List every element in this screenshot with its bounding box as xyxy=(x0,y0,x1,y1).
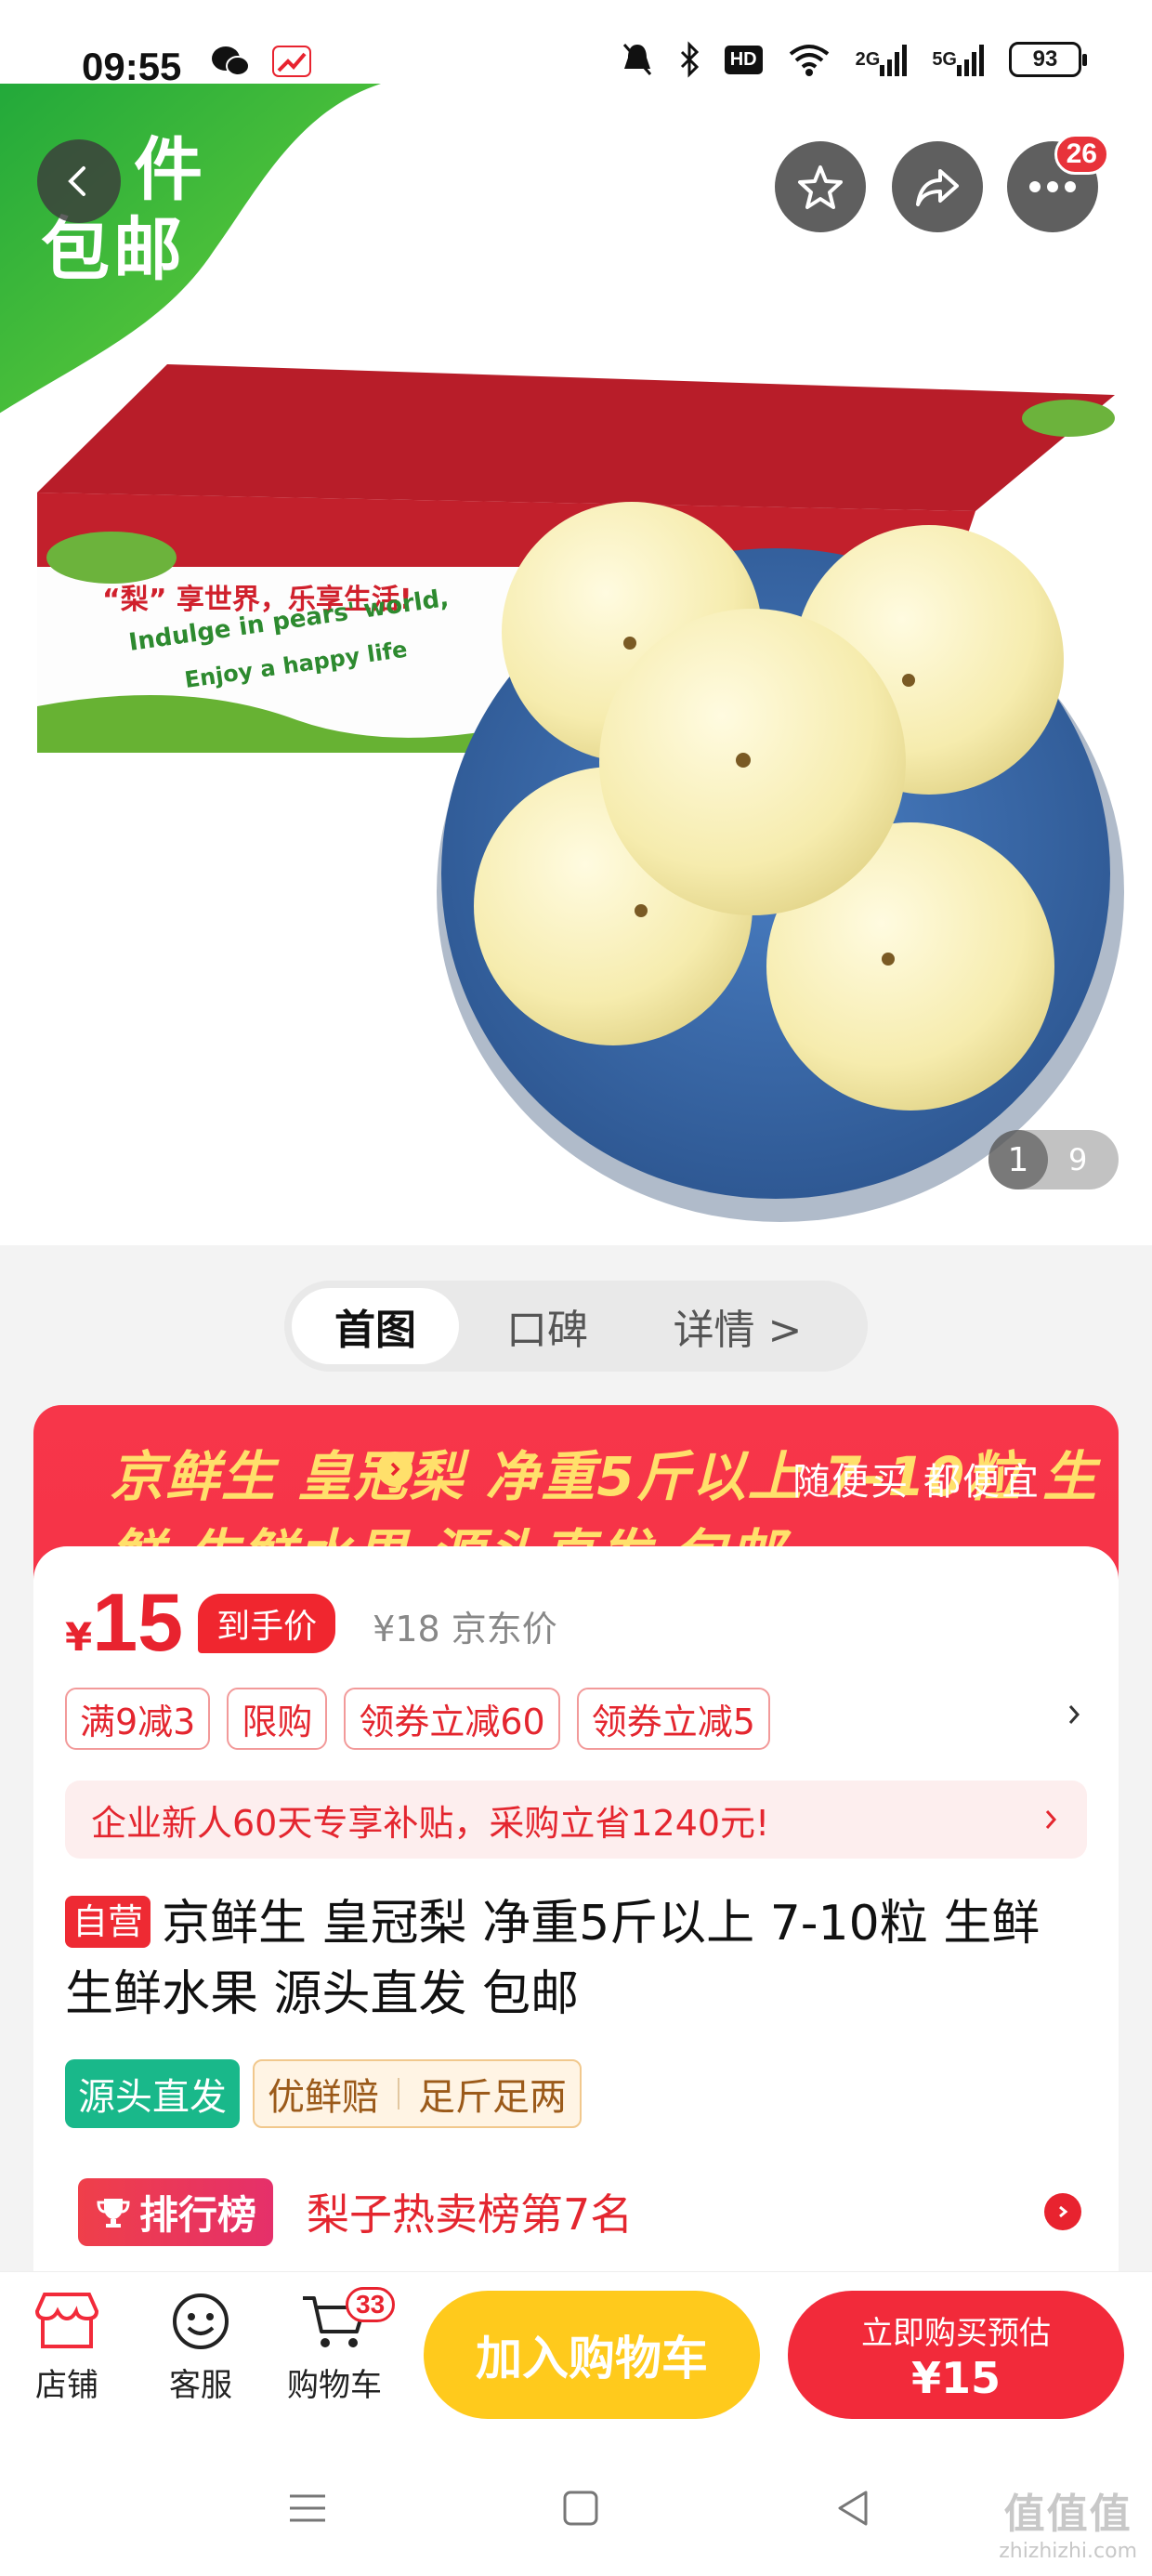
wifi-icon xyxy=(789,45,829,76)
image-counter: 1 9 xyxy=(988,1130,1119,1189)
promo-card: 京鲜生 皇冠梨 净重5斤以上 7-10粒 生鲜 生鲜水果 源头直发 包邮 随便买… xyxy=(33,1405,1119,2318)
chevron-right-icon[interactable] xyxy=(1065,1701,1085,1728)
promo-tag[interactable]: 领券立减5 xyxy=(576,1688,770,1750)
signal-bars-icon xyxy=(957,45,984,76)
store-icon xyxy=(34,2293,99,2348)
cart-count-badge: 33 xyxy=(346,2287,396,2322)
hd-voice-badge: HD xyxy=(724,45,763,74)
self-operated-tag: 自营 xyxy=(65,1896,151,1948)
enterprise-subsidy-banner[interactable]: 企业新人60天专享补贴，采购立省1240元! xyxy=(65,1781,1087,1859)
system-nav-bar: 值值值 zhizhizhi.com xyxy=(0,2457,1152,2576)
cart-label: 购物车 xyxy=(287,2367,382,2404)
buy-now-button[interactable]: 立即购买预估 ¥15 xyxy=(788,2291,1124,2419)
promo-tag[interactable]: 限购 xyxy=(227,1688,328,1750)
store-label: 店铺 xyxy=(35,2367,98,2404)
product-info-card: ¥ 15 到手价 ¥18 京东价 满9减3 限购 领券立减60 领券立减5 企业… xyxy=(33,1546,1119,2318)
wechat-icon xyxy=(212,46,250,76)
favorite-button[interactable] xyxy=(775,141,866,232)
status-bar: 09:55 HD 2G 5G 93 xyxy=(0,0,1152,130)
add-to-cart-button[interactable]: 加入购物车 xyxy=(424,2291,760,2419)
message-count-badge: 26 xyxy=(1054,134,1109,175)
currency-symbol: ¥ xyxy=(65,1614,93,1660)
share-button[interactable] xyxy=(892,141,983,232)
buy-now-label: 立即购买预估 xyxy=(861,2314,1051,2352)
ranking-row[interactable]: 排行榜 梨子热卖榜第7名 xyxy=(78,2175,1081,2249)
battery-indicator: 93 xyxy=(1009,42,1087,77)
chevron-right-icon xyxy=(1045,1810,1057,1829)
cart-button[interactable]: 33 购物车 xyxy=(279,2287,396,2405)
menu-icon[interactable] xyxy=(284,2485,331,2531)
jd-price: ¥18 京东价 xyxy=(373,1609,557,1649)
service-label: 客服 xyxy=(169,2367,232,2404)
product-title: 自营 京鲜生 皇冠梨 净重5斤以上 7-10粒 生鲜 生鲜水果 源头直发 包邮 xyxy=(65,1888,1087,2030)
home-square-icon[interactable] xyxy=(557,2485,604,2531)
mute-bell-icon xyxy=(622,44,651,75)
share-icon xyxy=(916,169,959,206)
store-button[interactable]: 店铺 xyxy=(11,2291,123,2405)
more-dots-icon xyxy=(1029,181,1076,192)
tab-main-image[interactable]: 首图 xyxy=(292,1288,459,1364)
bluetooth-icon xyxy=(680,41,699,78)
signal-bars-icon xyxy=(880,45,908,76)
ranking-text: 梨子热卖榜第7名 xyxy=(307,2189,634,2240)
status-time: 09:55 xyxy=(82,45,182,88)
trophy-icon xyxy=(97,2199,130,2228)
product-image: “梨” 享世界，乐享生活! Indulge in pears' world, E… xyxy=(37,364,1124,1222)
ranking-badge-label: 排行榜 xyxy=(139,2191,257,2238)
back-triangle-icon[interactable] xyxy=(831,2485,877,2531)
buy-now-price: ¥15 xyxy=(910,2352,1001,2403)
customer-service-button[interactable]: 客服 xyxy=(145,2291,256,2405)
smiley-service-icon xyxy=(173,2293,229,2349)
final-price: 15 xyxy=(92,1576,184,1668)
back-button[interactable] xyxy=(37,139,121,223)
stock-app-icon xyxy=(272,46,311,77)
watermark-logo: 值值值 xyxy=(1003,2491,1132,2538)
signal-5g-indicator: 5G xyxy=(932,43,985,76)
divider xyxy=(398,2078,399,2109)
more-button[interactable]: 26 xyxy=(1007,134,1109,232)
promo-tag[interactable]: 领券立减60 xyxy=(344,1688,560,1750)
feature-tags: 源头直发 优鲜赔 足斤足两 xyxy=(65,2059,582,2128)
image-total: 9 xyxy=(1068,1142,1088,1177)
guarantee-tag[interactable]: 优鲜赔 足斤足两 xyxy=(253,2059,582,2128)
ranking-badge: 排行榜 xyxy=(78,2177,274,2246)
guarantee-text-2: 足斤足两 xyxy=(418,2076,567,2119)
watermark: 值值值 zhizhizhi.com xyxy=(999,2480,1137,2563)
subsidy-text: 企业新人60天专享补贴，采购立省1240元! xyxy=(91,1802,770,1844)
promo-slogan: 随便买 都便宜 xyxy=(792,1461,1041,1504)
guarantee-text-1: 优鲜赔 xyxy=(268,2076,379,2119)
content-tabs: 首图 口碑 详情 > xyxy=(284,1281,868,1372)
promo-tag[interactable]: 满9减3 xyxy=(65,1688,211,1750)
price-row: ¥ 15 到手价 ¥18 京东价 xyxy=(65,1582,557,1666)
product-hero[interactable]: 件 包邮 “梨” 享世界，乐享生活! Indulge in pears' wor… xyxy=(0,0,1152,1245)
image-index: 1 xyxy=(988,1130,1048,1189)
bottom-action-bar: 店铺 客服 33 购物车 加入购物车 立即购买预估 ¥15 xyxy=(0,2271,1152,2457)
tab-details[interactable]: 详情 > xyxy=(635,1288,840,1364)
product-title-text: 京鲜生 皇冠梨 净重5斤以上 7-10粒 生鲜 生鲜水果 源头直发 包邮 xyxy=(65,1896,1041,2022)
tab-reviews[interactable]: 口碑 xyxy=(459,1288,635,1364)
chevron-right-icon xyxy=(1044,2193,1081,2230)
hand-price-label: 到手价 xyxy=(198,1594,336,1653)
star-icon xyxy=(798,165,843,209)
watermark-url: zhizhizhi.com xyxy=(999,2540,1137,2563)
source-direct-tag: 源头直发 xyxy=(65,2059,240,2128)
signal-2g-indicator: 2G xyxy=(856,43,909,76)
promo-tags[interactable]: 满9减3 限购 领券立减60 领券立减5 xyxy=(65,1688,770,1750)
chevron-right-icon[interactable] xyxy=(377,1452,412,1487)
chevron-left-icon xyxy=(68,166,85,196)
